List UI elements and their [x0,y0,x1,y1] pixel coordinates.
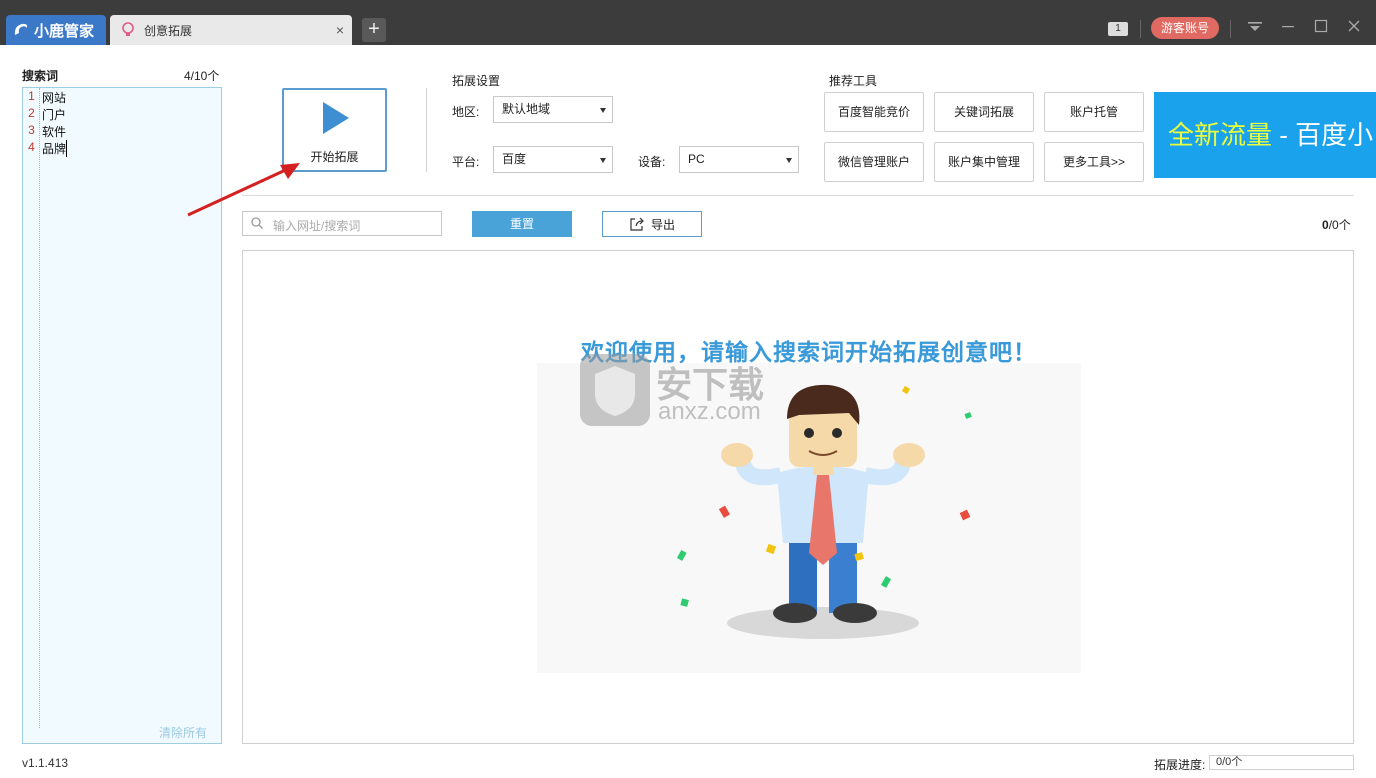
chevron-down-icon [600,108,606,113]
progress-label: 拓展进度: [1154,758,1206,772]
dropdown-icon[interactable] [1245,18,1265,38]
tool-account-hosting-button[interactable]: 账户托管 [1044,92,1144,132]
results-panel: 欢迎使用，请输入搜索词开始拓展创意吧！ [242,250,1354,744]
search-input[interactable]: 输入网址/搜索词 [242,211,442,236]
keyword-text[interactable]: 门户 [40,106,66,123]
horizontal-divider [242,195,1354,196]
chevron-down-icon [786,158,792,163]
line-number: 1 [28,89,35,103]
tool-baidu-bidding-button[interactable]: 百度智能竞价 [824,92,924,132]
reset-button[interactable]: 重置 [472,211,572,237]
watermark: 安下载 anxz.com [580,350,800,433]
tool-wechat-account-button[interactable]: 微信管理账户 [824,142,924,182]
keyword-line[interactable]: 2 门户 [23,106,66,123]
device-label: 设备: [638,155,666,169]
keywords-title: 搜索词 [22,69,59,83]
progress-value: 0/0个 [1216,756,1243,768]
export-button[interactable]: 导出 [602,211,702,237]
settings-title: 拓展设置 [452,74,501,88]
promo-banner[interactable]: 全新流量 - 百度小 [1154,92,1376,178]
maximize-icon[interactable] [1311,18,1331,38]
message-count-badge[interactable]: 1 [1108,22,1128,36]
progress-bar: 0/0个 [1209,755,1354,770]
tab-close-icon[interactable]: × [336,22,344,38]
brand-name: 小鹿管家 [34,22,95,40]
device-select[interactable]: PC [679,146,799,173]
recommended-tools-title: 推荐工具 [829,74,878,88]
line-number: 4 [28,140,35,154]
result-count-current: 0 [1322,218,1329,232]
lightbulb-icon [122,22,134,36]
line-number-gutter [23,88,40,728]
titlebar-divider [1140,20,1141,38]
result-count-total: /0个 [1328,218,1351,232]
platform-select[interactable]: 百度 [493,146,613,173]
play-icon [323,102,349,134]
tab-label: 创意拓展 [144,23,193,38]
search-icon [251,217,263,229]
keyword-line[interactable]: 1 网站 [23,89,66,106]
region-select[interactable]: 默认地域 [493,96,613,123]
close-icon[interactable] [1344,18,1364,38]
titlebar-divider [1230,20,1231,38]
keyword-text[interactable]: 网站 [40,89,66,106]
watermark-en-text: anxz.com [658,398,761,425]
platform-label: 平台: [452,155,480,169]
title-bar: 小鹿管家 创意拓展 × + 1 游客账号 [0,0,1376,45]
result-count: 0/0个 [1322,216,1351,233]
minimize-icon[interactable] [1278,18,1298,38]
brand-logo[interactable]: 小鹿管家 [6,15,106,45]
chevron-down-icon [600,158,606,163]
keywords-count: 4/10个 [184,69,220,83]
guest-account-button[interactable]: 游客账号 [1151,17,1219,39]
line-number: 3 [28,123,35,137]
tool-keyword-expand-button[interactable]: 关键词拓展 [934,92,1034,132]
tab-creative-expand[interactable]: 创意拓展 × [110,15,352,45]
clear-all-link[interactable]: 清除所有 [159,724,207,741]
keyword-text[interactable]: 品牌 [40,140,68,157]
keyword-text[interactable]: 软件 [40,123,66,140]
banner-text: - 百度小 [1272,120,1374,150]
app-logo-icon [14,23,28,35]
search-placeholder: 输入网址/搜索词 [273,219,361,233]
region-value: 默认地域 [502,102,551,116]
platform-value: 百度 [502,152,527,166]
export-label: 导出 [650,217,675,232]
vertical-divider [426,88,427,172]
tool-account-central-button[interactable]: 账户集中管理 [934,142,1034,182]
keyword-line[interactable]: 3 软件 [23,123,66,140]
banner-highlight: 全新流量 [1168,120,1273,150]
device-value: PC [688,152,705,166]
line-number: 2 [28,106,35,120]
region-label: 地区: [452,105,480,119]
version-label: v1.1.413 [22,756,69,770]
keyword-line[interactable]: 4 品牌 [23,140,68,157]
new-tab-button[interactable]: + [362,18,386,42]
export-icon [630,217,644,231]
tool-more-button[interactable]: 更多工具>> [1044,142,1144,182]
